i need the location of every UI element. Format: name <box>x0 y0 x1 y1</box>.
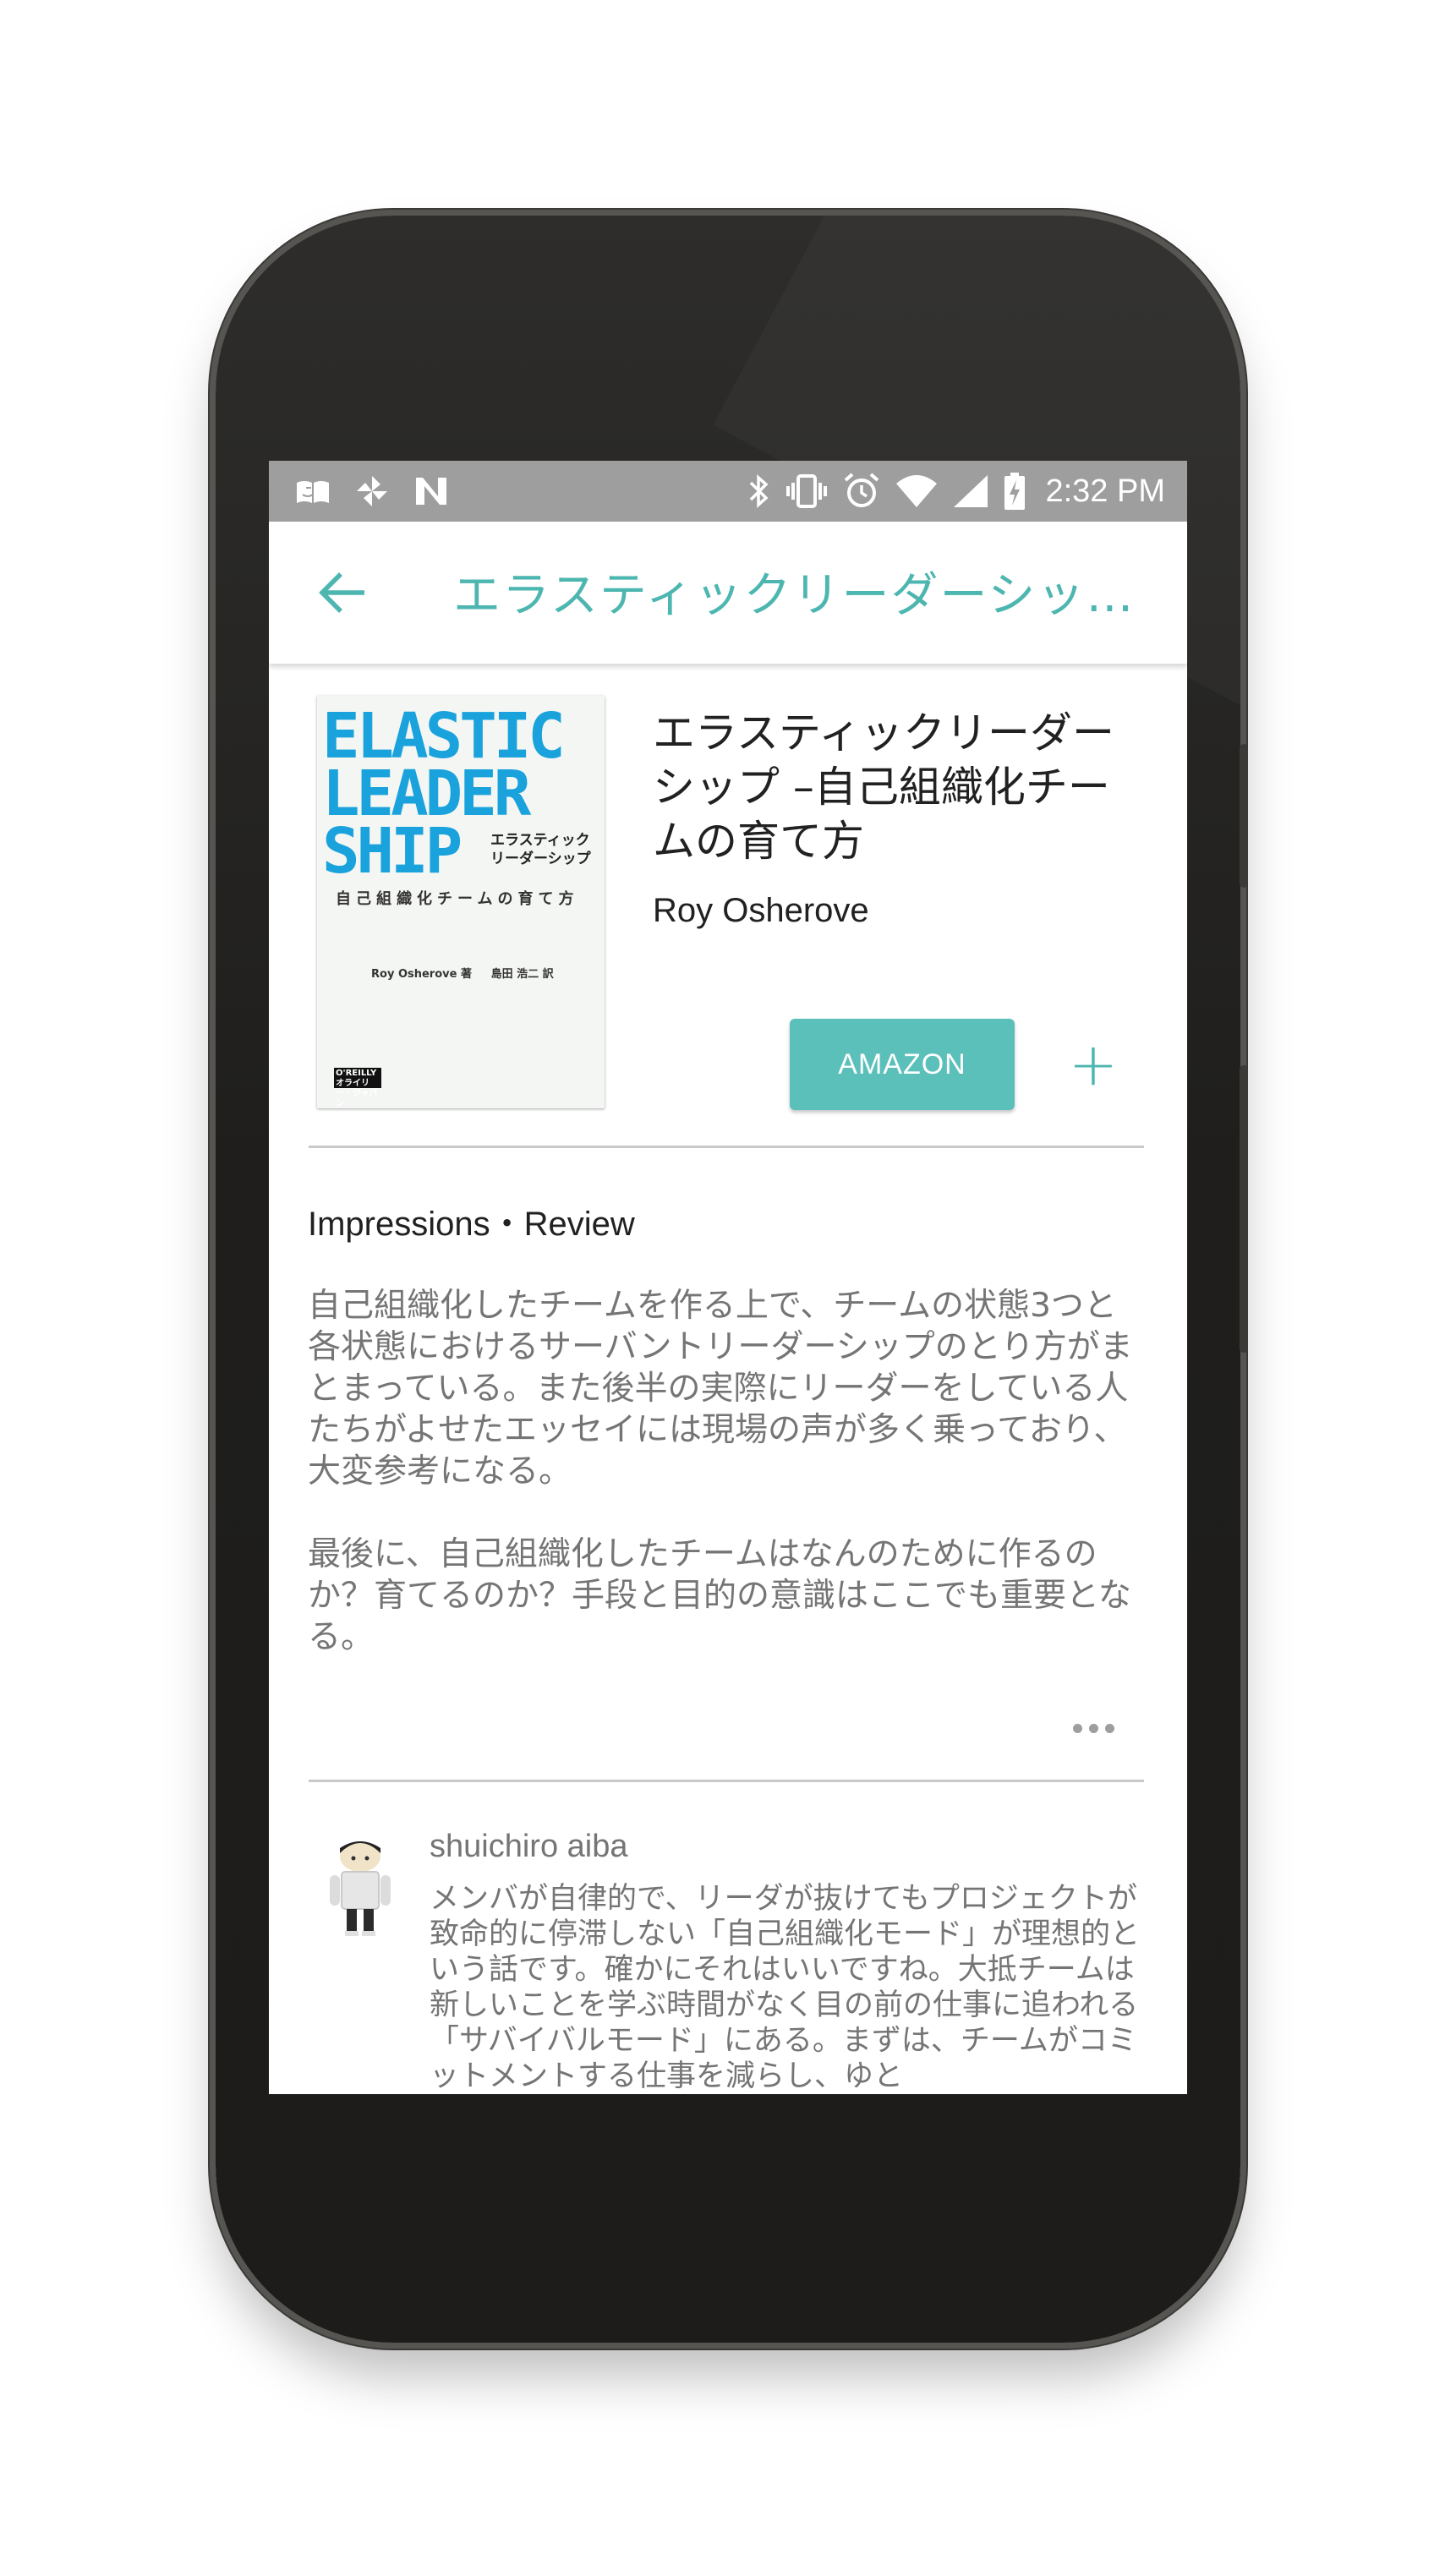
review-text: 自己組織化したチームを作る上で、チームの状態3つと各状態におけるサーバントリーダ… <box>308 1285 1145 1699</box>
book-author: Roy Osherove <box>653 892 869 929</box>
divider-top <box>309 1146 1144 1148</box>
volume-button <box>1240 1065 1248 1353</box>
book-cover[interactable]: ELASTIC LEADER SHIP エラスティック リーダーシップ 自己組織… <box>317 696 605 1108</box>
signal-icon <box>952 473 989 509</box>
comment-text: メンバが自律的で、リーダが抜けてもプロジェクトが致命的に停滞しない「自己組織化モ… <box>430 1882 1141 2093</box>
cover-authors: Roy Osherove 著 島田 浩二 訳 <box>371 968 554 981</box>
back-button[interactable] <box>313 566 372 620</box>
review-paragraph: 最後に、自己組織化したチームはなんのために作るのか？育てるのか？手段と目的の意識… <box>308 1535 1131 1656</box>
user-avatar[interactable] <box>320 1835 401 1943</box>
notification-n-icon <box>413 474 450 508</box>
alarm-icon <box>842 472 881 511</box>
app-bar: エラスティックリーダーシップ –自己組織化チームの育て方 <box>269 522 1187 664</box>
app-screen: 2:32 PM エラスティックリーダーシップ –自己組織化チームの育て方 ELA… <box>269 461 1187 2094</box>
amazon-kindle-icon <box>294 476 331 506</box>
cover-jp-title: エラスティック リーダーシップ <box>490 832 591 867</box>
pinwheel-icon <box>353 473 391 510</box>
wifi-icon <box>895 473 939 509</box>
amazon-button[interactable]: AMAZON <box>790 1019 1015 1110</box>
cover-subtitle: 自己組織化チームの育て方 <box>336 890 579 908</box>
status-time: 2:32 PM <box>1045 473 1165 509</box>
book-title: エラスティックリーダーシップ –自己組織化チームの育て方 <box>653 708 1114 866</box>
review-paragraph: 自己組織化したチームを作る上で、チームの状態3つと各状態におけるサーバントリーダ… <box>308 1287 1133 1490</box>
power-button <box>1240 744 1248 888</box>
vibrate-icon <box>785 473 829 510</box>
bluetooth-icon <box>746 473 771 510</box>
comment-user-name[interactable]: shuichiro aiba <box>430 1829 627 1865</box>
page-title: エラスティックリーダーシップ –自己組織化チームの育て方 <box>453 568 1163 623</box>
add-button[interactable]: + <box>1057 1024 1130 1105</box>
divider-bottom <box>309 1780 1144 1782</box>
status-bar: 2:32 PM <box>269 461 1187 522</box>
arrow-back-icon <box>319 572 364 613</box>
plus-icon: + <box>1068 1030 1119 1099</box>
battery-charging-icon <box>1003 472 1026 511</box>
more-horizontal-icon[interactable] <box>1064 1715 1123 1741</box>
section-label-impressions: Impressions・Review <box>308 1206 635 1243</box>
publisher-logo: O'REILLY オライリー・ジャパン <box>334 1068 381 1108</box>
